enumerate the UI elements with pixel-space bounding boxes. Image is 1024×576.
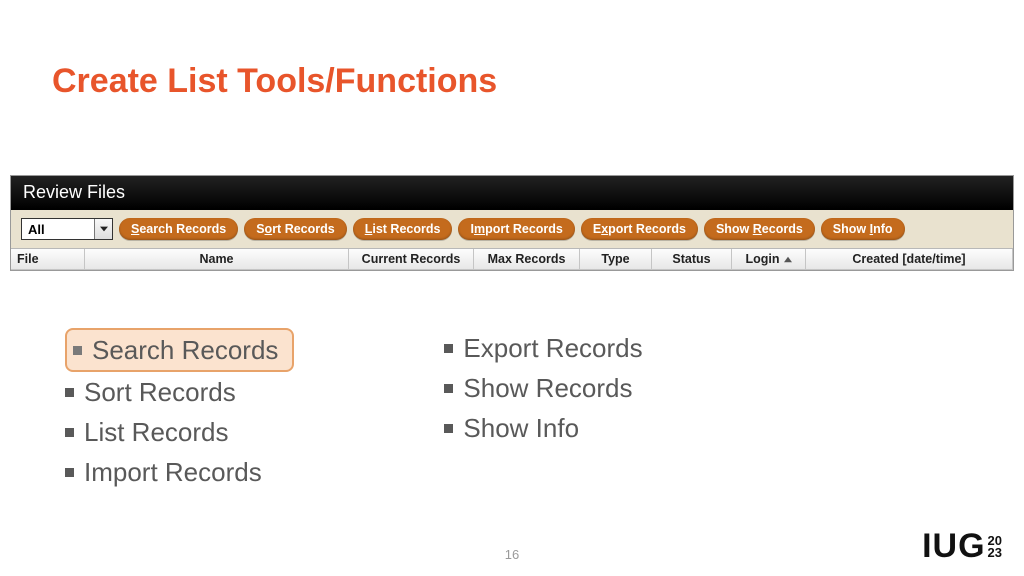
list-records-button[interactable]: List Records [353, 218, 453, 240]
bullet-icon [73, 346, 82, 355]
list-item: Export Records [444, 328, 642, 368]
col-created[interactable]: Created [date/time] [806, 249, 1013, 270]
col-status[interactable]: Status [652, 249, 732, 270]
list-item: Search Records [65, 328, 294, 372]
col-current-records[interactable]: Current Records [349, 249, 474, 270]
chevron-down-icon [94, 219, 112, 239]
panel-title: Review Files [11, 176, 1013, 210]
col-type[interactable]: Type [580, 249, 652, 270]
col-name[interactable]: Name [85, 249, 349, 270]
search-records-button[interactable]: Search Records [119, 218, 238, 240]
col-file[interactable]: File [11, 249, 85, 270]
show-info-button[interactable]: Show Info [821, 218, 905, 240]
filter-dropdown[interactable]: All [21, 218, 113, 240]
show-records-button[interactable]: Show Records [704, 218, 815, 240]
column-headers: File Name Current Records Max Records Ty… [11, 248, 1013, 270]
bullet-list-left: Search Records Sort Records List Records… [65, 328, 294, 492]
iug-logo: IUG 2023 [922, 527, 1002, 566]
col-max-records[interactable]: Max Records [474, 249, 580, 270]
sort-ascending-icon [784, 252, 792, 266]
col-login[interactable]: Login [732, 249, 806, 270]
bullet-icon [65, 428, 74, 437]
bullet-icon [65, 468, 74, 477]
app-panel: Review Files All Search Records Sort Rec… [10, 175, 1014, 271]
bullet-icon [444, 424, 453, 433]
list-item: List Records [65, 412, 294, 452]
list-item: Show Info [444, 408, 642, 448]
filter-value: All [22, 219, 94, 239]
page-number: 16 [505, 547, 519, 562]
bullet-list-right: Export Records Show Records Show Info [444, 328, 642, 492]
col-login-label: Login [745, 252, 779, 266]
export-records-button[interactable]: Export Records [581, 218, 698, 240]
sort-records-button[interactable]: Sort Records [244, 218, 347, 240]
import-records-button[interactable]: Import Records [458, 218, 574, 240]
list-item: Import Records [65, 452, 294, 492]
list-item: Sort Records [65, 372, 294, 412]
bullet-icon [65, 388, 74, 397]
logo-text: IUG [922, 527, 985, 566]
bullet-icon [444, 344, 453, 353]
bullet-icon [444, 384, 453, 393]
slide-title: Create List Tools/Functions [52, 62, 497, 101]
toolbar: All Search Records Sort Records List Rec… [11, 210, 1013, 248]
list-item: Show Records [444, 368, 642, 408]
logo-year: 2023 [988, 535, 1002, 559]
bullet-columns: Search Records Sort Records List Records… [65, 328, 643, 492]
